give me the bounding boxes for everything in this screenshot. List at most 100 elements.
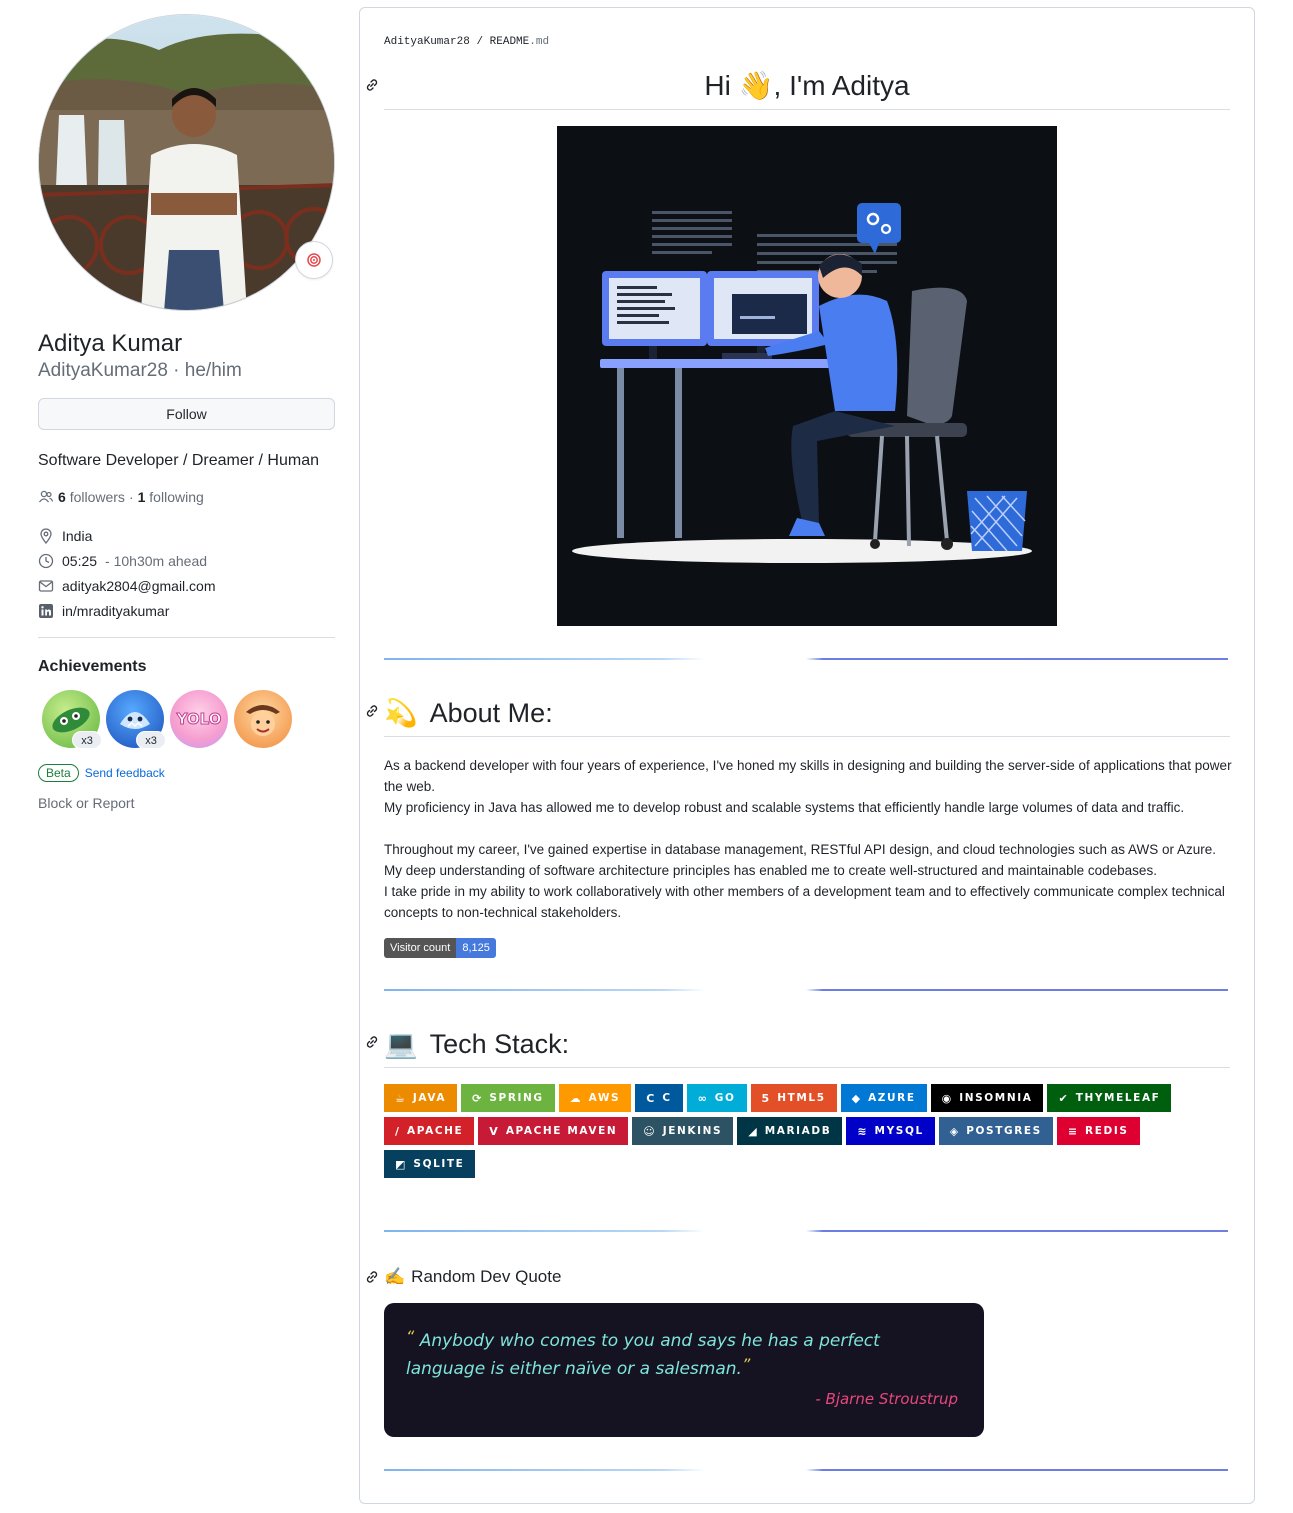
mail-icon — [38, 579, 54, 592]
stats-separator: · — [128, 489, 134, 505]
tech-badge-java: ☕ Java — [384, 1084, 458, 1112]
time-offset: - 10h30m ahead — [105, 552, 208, 569]
yolo-badge[interactable]: YOLO — [170, 690, 228, 748]
beta-feedback: Beta Send feedback — [38, 764, 335, 782]
visitor-value: 8,125 — [456, 938, 496, 958]
link-icon[interactable] — [364, 1269, 380, 1285]
about-paragraph: My deep understanding of software archit… — [384, 863, 1157, 878]
location-icon — [40, 527, 52, 544]
quote-author: - Bjarne Stroustrup — [815, 1390, 958, 1408]
link-icon[interactable] — [364, 703, 380, 719]
section-divider — [384, 1230, 1228, 1232]
heading-rule — [384, 1067, 1230, 1068]
heading-rule — [384, 736, 1230, 737]
crumb-file: README — [489, 36, 530, 48]
tech-badge-label: Apache — [407, 1125, 464, 1137]
tech-heading: 💻 Tech Stack: — [384, 1027, 569, 1061]
tech-logo-icon: ≡ — [1067, 1124, 1078, 1138]
tech-stack-badges: ☕ Java ⟳ Spring ☁ AWS C C ∞ Go 5 HTML5 ◆ Azure ◉ Insomn… — [384, 1084, 1230, 1183]
tech-badge-spring: ⟳ Spring — [461, 1084, 555, 1112]
tech-badge-label: MariaDB — [764, 1125, 832, 1137]
quote-close-mark: ” — [741, 1355, 751, 1374]
followers-label: followers — [69, 489, 125, 505]
sidebar-divider — [38, 637, 335, 638]
about-emoji: 💫 — [384, 698, 418, 728]
badge-count: x3 — [136, 731, 166, 749]
tech-logo-icon: ◢ — [748, 1124, 757, 1138]
target-icon — [307, 253, 321, 267]
tech-badge-label: Spring — [489, 1092, 544, 1104]
follow-button[interactable]: Follow — [38, 398, 335, 430]
tech-badge-postgres: ◈ Postgres — [938, 1117, 1053, 1145]
link-icon[interactable] — [364, 1034, 380, 1050]
about-paragraph: My proficiency in Java has allowed me to… — [384, 800, 1185, 815]
achievement-badges: x3 x3 YOLO — [38, 690, 335, 750]
block-report-link[interactable]: Block or Report — [38, 795, 335, 811]
link-icon[interactable] — [364, 77, 380, 93]
tech-badge-label: HTML5 — [777, 1092, 826, 1104]
tech-badge-label: Azure — [868, 1092, 916, 1104]
about-paragraph: As a backend developer with four years o… — [384, 758, 1232, 794]
readme-breadcrumb: AdityaKumar28 / README.md — [384, 36, 549, 48]
tech-logo-icon: ✔ — [1058, 1091, 1068, 1105]
section-divider — [384, 658, 1228, 660]
quote-body: “ Anybody who comes to you and says he h… — [406, 1325, 962, 1381]
tech-badge-jenkins: ☺ Jenkins — [632, 1117, 734, 1145]
about-heading: 💫 About Me: — [384, 696, 553, 730]
tech-logo-icon: ◉ — [941, 1091, 952, 1105]
profile-fullname: Aditya Kumar — [38, 330, 183, 357]
tech-badge-mariadb: ◢ MariaDB — [737, 1117, 843, 1145]
tech-logo-icon: ☺ — [643, 1124, 655, 1138]
email-link[interactable]: adityak2804@gmail.com — [62, 578, 216, 594]
about-title: About Me: — [429, 698, 553, 728]
achievements-heading[interactable]: Achievements — [38, 658, 335, 676]
tech-logo-icon: 5 — [761, 1091, 770, 1105]
following-link[interactable]: 1 following — [138, 489, 204, 505]
about-text: As a backend developer with four years o… — [384, 755, 1234, 923]
tech-badge-sqlite: ◩ SQLite — [384, 1150, 476, 1178]
tech-logo-icon: ⟳ — [472, 1091, 482, 1105]
dev-quote-card: “ Anybody who comes to you and says he h… — [384, 1303, 984, 1437]
profile-bio: Software Developer / Dreamer / Human — [38, 452, 319, 469]
tech-logo-icon: ◆ — [851, 1091, 861, 1105]
quote-text: Anybody who comes to you and says he has… — [406, 1331, 880, 1379]
tech-badge-label: Jenkins — [662, 1125, 723, 1137]
send-feedback-link[interactable]: Send feedback — [85, 766, 165, 780]
developer-illustration — [557, 126, 1057, 626]
local-time: 05:25 — [62, 552, 98, 569]
tech-logo-icon: ◈ — [949, 1124, 959, 1138]
tech-badge-label: Go — [714, 1092, 736, 1104]
avatar[interactable] — [38, 14, 335, 311]
tech-badge-apache-maven: V Apache Maven — [478, 1117, 629, 1145]
follow-stats: 6 followers · 1 following — [38, 489, 335, 505]
status-button[interactable] — [295, 241, 333, 279]
crumb-user[interactable]: AdityaKumar28 — [384, 36, 470, 48]
section-divider — [384, 1469, 1228, 1471]
clock-icon — [38, 553, 54, 568]
tech-badge-aws: ☁ AWS — [558, 1084, 632, 1112]
crumb-ext: .md — [529, 36, 550, 48]
followers-count: 6 — [58, 489, 66, 505]
crumb-separator: / — [476, 36, 484, 48]
avatar-container — [38, 14, 335, 311]
location-item: India — [38, 523, 335, 548]
profile-sidebar: Aditya Kumar AdityaKumar28 · he/him Foll… — [38, 14, 335, 811]
tech-logo-icon: C — [646, 1091, 655, 1105]
followers-link[interactable]: 6 followers — [58, 489, 125, 505]
tech-logo-icon: ≋ — [857, 1124, 867, 1138]
tech-badge-mysql: ≋ MySQL — [846, 1117, 935, 1145]
about-spacer — [384, 818, 1234, 839]
visitor-count-badge: Visitor count 8,125 — [384, 938, 496, 958]
tech-logo-icon: ◩ — [395, 1157, 406, 1171]
location-text: India — [62, 527, 93, 544]
quickdraw-badge[interactable] — [234, 690, 292, 748]
tech-badge-redis: ≡ Redis — [1056, 1117, 1140, 1145]
quote-open-mark: “ — [406, 1327, 415, 1346]
tech-emoji: 💻 — [384, 1029, 418, 1059]
people-icon — [38, 490, 54, 503]
tech-badge-thymeleaf: ✔ Thymeleaf — [1047, 1084, 1172, 1112]
tech-badge-label: C — [662, 1092, 672, 1104]
linkedin-link[interactable]: in/mradityakumar — [62, 603, 169, 619]
quote-title: Random Dev Quote — [411, 1267, 562, 1286]
tech-badge-row: ◩ SQLite — [384, 1150, 1230, 1178]
